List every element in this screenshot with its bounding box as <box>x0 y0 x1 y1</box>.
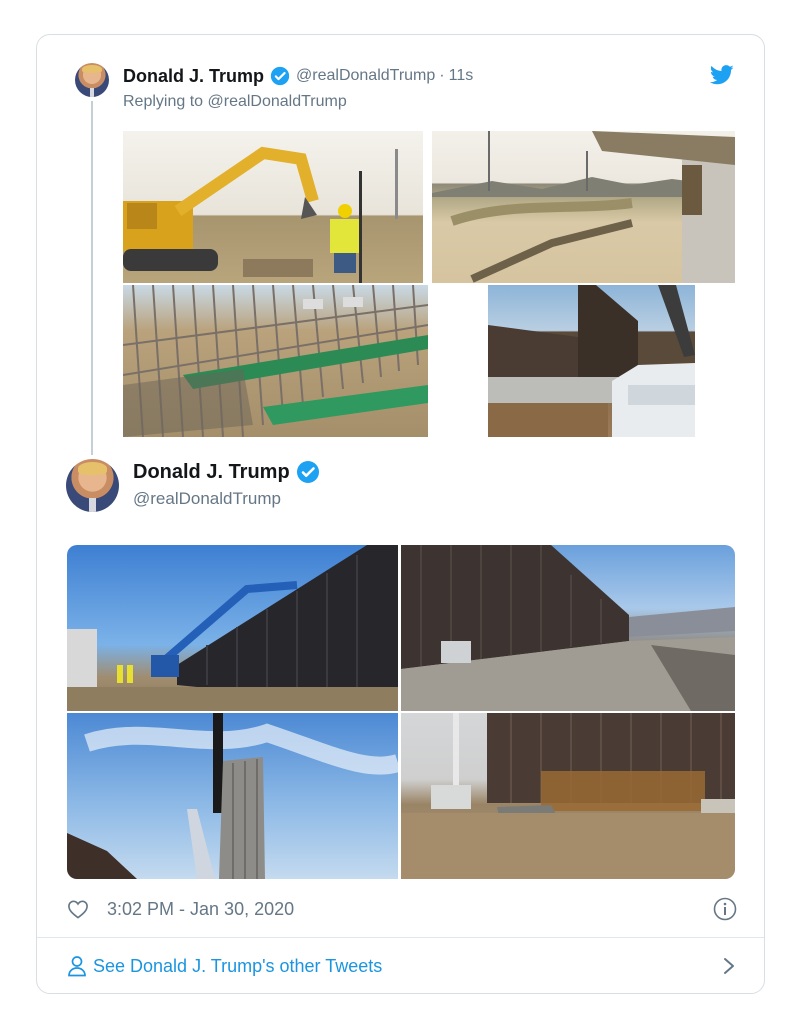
author-name[interactable]: Donald J. Trump <box>133 461 290 484</box>
heart-icon[interactable] <box>67 899 89 919</box>
author-handle[interactable]: @realDonaldTrump <box>133 489 320 509</box>
tweet-footer: 3:02 PM - Jan 30, 2020 <box>67 897 737 921</box>
crane-wall-photo[interactable] <box>67 545 398 711</box>
bollard-lift-photo[interactable] <box>67 713 398 879</box>
tweet-timestamp[interactable]: 3:02 PM - Jan 30, 2020 <box>107 899 294 920</box>
person-icon <box>68 956 86 977</box>
verified-badge-icon <box>296 461 319 483</box>
separator-dot: · <box>439 67 445 84</box>
avatar[interactable] <box>75 63 109 97</box>
desert-trench-photo[interactable] <box>432 131 735 283</box>
divider <box>37 937 764 938</box>
relative-time[interactable]: 11s <box>449 67 474 85</box>
author-name[interactable]: Donald J. Trump <box>123 66 264 87</box>
chevron-right-icon[interactable] <box>723 957 735 975</box>
verified-badge-icon <box>270 66 290 86</box>
wall-truck-photo[interactable] <box>488 285 695 437</box>
embedded-tweet-card: Donald J. Trump @realDonaldTrump · 11s R… <box>36 34 765 994</box>
wall-crew-photo[interactable] <box>401 713 735 879</box>
author-handle[interactable]: @realDonaldTrump <box>296 67 435 85</box>
rebar-frame-photo[interactable] <box>123 285 428 437</box>
wall-road-photo[interactable] <box>401 545 735 711</box>
twitter-bird-icon[interactable] <box>710 65 734 85</box>
main-tweet-header: Donald J. Trump @realDonaldTrump <box>133 459 320 509</box>
info-icon[interactable] <box>713 897 737 921</box>
see-other-tweets-link[interactable]: See Donald J. Trump's other Tweets <box>67 953 737 979</box>
see-other-tweets-label[interactable]: See Donald J. Trump's other Tweets <box>93 956 382 977</box>
avatar[interactable] <box>66 459 119 512</box>
replying-to[interactable]: Replying to @realDonaldTrump <box>123 93 347 111</box>
thread-line <box>91 101 93 455</box>
quoted-tweet-header: Donald J. Trump @realDonaldTrump · 11s <box>123 65 473 87</box>
excavator-photo[interactable] <box>123 131 423 283</box>
